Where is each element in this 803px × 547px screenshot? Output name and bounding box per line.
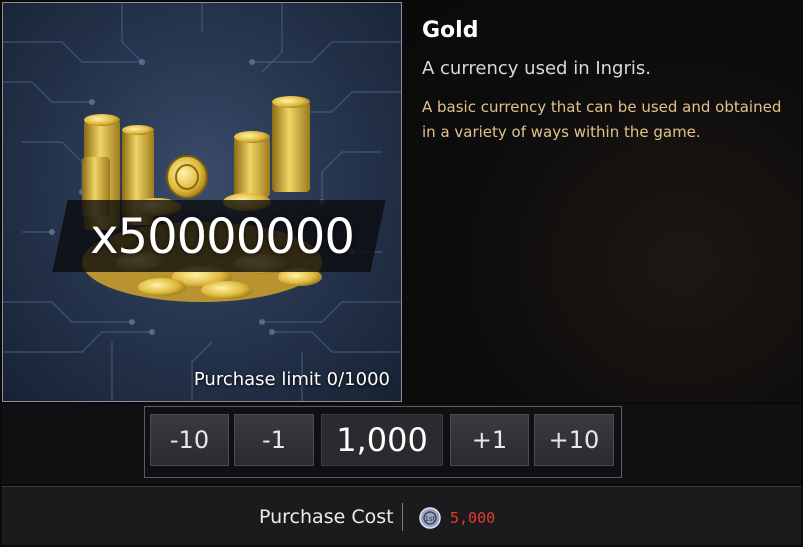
plus-1-button[interactable]: +1 xyxy=(450,414,529,466)
item-short-description: A currency used in Ingris. xyxy=(422,58,651,79)
minus-10-button[interactable]: -10 xyxy=(150,414,229,466)
quantity-value[interactable]: 1,000 xyxy=(321,414,443,466)
item-art-panel: x50000000 Purchase limit 0/1000 xyxy=(2,2,402,402)
purchase-limit: Purchase limit 0/1000 xyxy=(193,369,390,390)
purchase-cost-value: 5,000 xyxy=(450,509,496,527)
item-long-description: A basic currency that can be used and ob… xyxy=(422,98,782,141)
svg-text:1st: 1st xyxy=(425,515,436,523)
shop-item-popup: x50000000 Purchase limit 0/1000 Gold A c… xyxy=(0,0,803,547)
item-quantity: x50000000 xyxy=(90,209,355,265)
minus-1-button[interactable]: -1 xyxy=(234,414,314,466)
item-name: Gold xyxy=(422,18,479,43)
plus-10-button[interactable]: +10 xyxy=(534,414,614,466)
cost-divider xyxy=(402,503,403,531)
item-description-panel: Gold A currency used in Ingris. A basic … xyxy=(404,2,801,402)
purchase-cost-label: Purchase Cost xyxy=(259,506,394,528)
quantity-selector: -10 -1 1,000 +1 +10 xyxy=(2,404,801,484)
coin-icon: 1st xyxy=(419,507,441,529)
purchase-cost-bar: Purchase Cost 1st 5,000 xyxy=(2,486,801,545)
